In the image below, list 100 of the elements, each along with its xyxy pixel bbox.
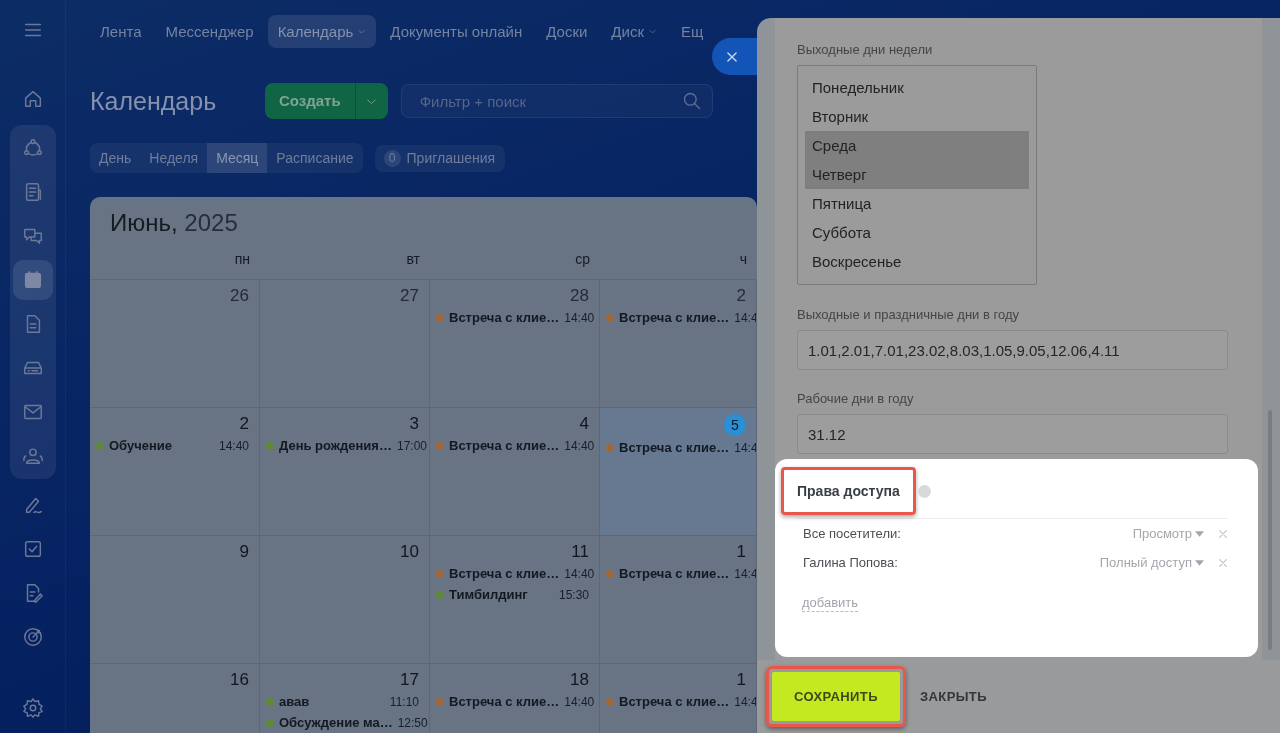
day-cell[interactable]: 26: [90, 280, 260, 408]
event-time: 12:50: [397, 715, 428, 730]
day-cell[interactable]: 18 Встреча с клие… 14:40: [430, 664, 600, 733]
list-option[interactable]: Вторник: [805, 102, 1029, 131]
event-time: 14:40: [564, 566, 595, 581]
event-title[interactable]: Обучение: [109, 438, 214, 453]
event-title[interactable]: Встреча с клие…: [449, 694, 560, 709]
view-tab[interactable]: Расписание: [267, 143, 363, 173]
day-cell[interactable]: 16: [90, 664, 260, 733]
day-number: 1: [736, 542, 746, 562]
event-title[interactable]: авав: [279, 694, 385, 709]
caret-icon: [1195, 559, 1204, 566]
close-icon: [725, 49, 739, 64]
day-number: 5: [724, 414, 746, 436]
list-option[interactable]: Понедельник: [805, 73, 1029, 102]
people-icon: [21, 445, 44, 467]
view-tab[interactable]: Неделя: [140, 143, 208, 173]
count-badge: 0: [383, 149, 401, 167]
event-title[interactable]: Встреча с клие…: [619, 440, 730, 455]
day-number: 1: [736, 670, 746, 690]
workdays-field[interactable]: 31.12: [797, 414, 1228, 454]
save-button[interactable]: СОХРАНИТЬ: [772, 672, 900, 721]
list-option[interactable]: Среда: [805, 131, 1029, 160]
invitations-label: Приглашения: [406, 150, 496, 166]
day-number: 28: [570, 286, 589, 306]
event-title[interactable]: Встреча с клие…: [449, 566, 560, 581]
day-number: 26: [230, 286, 249, 306]
day-number: 4: [579, 414, 589, 434]
field-label: Выходные дни недели: [797, 42, 934, 57]
permission-dropdown[interactable]: Просмотр: [1132, 526, 1204, 541]
network-icon: [21, 137, 44, 159]
nav-tab[interactable]: Диск: [601, 14, 667, 48]
nav-tab[interactable]: Мессенджер: [155, 14, 264, 48]
member-name: Галина Попова:: [803, 555, 899, 570]
event-time: 11:10: [389, 694, 419, 709]
close-icon: [1218, 528, 1228, 539]
permission-dropdown[interactable]: Полный доступ: [1099, 555, 1204, 570]
list-option[interactable]: Суббота: [805, 218, 1029, 247]
event-time: 14:40: [218, 438, 249, 453]
weekday-listbox[interactable]: Понедельник Вторник Среда Четверг Пятница Суббота Воскресенье: [797, 65, 1037, 285]
event-title[interactable]: Встреча с клие…: [449, 438, 560, 453]
event-time: 17:00: [396, 438, 427, 453]
target-icon: [21, 626, 44, 648]
holidays-field[interactable]: 1.01,2.01,7.01,23.02,8.03,1.05,9.05,12.06,4.11: [797, 330, 1228, 370]
create-button[interactable]: Создать: [265, 83, 388, 119]
nav-tab[interactable]: Доски: [536, 14, 598, 48]
nav-tab[interactable]: Лента: [90, 14, 152, 48]
event-time: 15:30: [558, 587, 589, 602]
day-number: 10: [400, 542, 419, 562]
day-number: 18: [570, 670, 589, 690]
member-name: Все посетители:: [803, 526, 902, 541]
weekday-label: вт: [406, 251, 420, 267]
day-cell[interactable]: 11 Встреча с клие… 14:40 Тимбилдинг 15:30: [430, 536, 600, 664]
add-link[interactable]: добавить: [802, 595, 859, 612]
list-option[interactable]: Воскресенье: [805, 247, 1029, 276]
search-input[interactable]: Фильтр + поиск: [417, 91, 682, 111]
weekday-label: пн: [234, 251, 250, 267]
remove-button[interactable]: [1218, 528, 1228, 539]
cancel-button[interactable]: ЗАКРЫТЬ: [906, 672, 1001, 721]
event-title[interactable]: Обсуждение ма…: [279, 715, 393, 730]
list-option[interactable]: Пятница: [805, 189, 1029, 218]
day-number: 16: [230, 670, 249, 690]
day-number: 27: [400, 286, 419, 306]
event-time: 14:40: [564, 310, 595, 325]
search-icon: [681, 91, 702, 111]
sidebar-item[interactable]: [12, 260, 53, 300]
view-tab[interactable]: Месяц: [207, 143, 268, 173]
day-number: 3: [409, 414, 419, 434]
day-number: 2: [736, 286, 746, 306]
section-title: Права доступа: [796, 482, 901, 501]
field-label: Рабочие дни в году: [797, 391, 915, 406]
event-title[interactable]: Встреча с клие…: [619, 566, 730, 581]
day-cell[interactable]: 2 Обучение 14:40: [90, 408, 260, 536]
day-cell[interactable]: 3 День рождения… 17:00: [260, 408, 430, 536]
nav-tab[interactable]: Документы онлайн: [380, 14, 533, 48]
day-number: 17: [400, 670, 419, 690]
day-number: 9: [239, 542, 249, 562]
search-field[interactable]: Фильтр + поиск: [400, 84, 713, 118]
day-cell[interactable]: 10: [260, 536, 430, 664]
day-cell[interactable]: 27: [260, 280, 430, 408]
field-label: Выходные и праздничные дни в году: [797, 307, 1020, 322]
day-cell[interactable]: 28 Встреча с клие… 14:40: [430, 280, 600, 408]
event-title[interactable]: Встреча с клие…: [449, 310, 560, 325]
month-title: Июнь, 2025: [110, 209, 238, 236]
close-icon: [1218, 557, 1228, 568]
event-title[interactable]: День рождения…: [279, 438, 392, 453]
event-title[interactable]: Тимбилдинг: [449, 587, 554, 602]
event-time: 14:40: [564, 694, 595, 709]
panel-close-button[interactable]: [712, 38, 758, 75]
day-cell[interactable]: 17 авав 11:10 Обсуждение ма… 12:50: [260, 664, 430, 733]
view-tab[interactable]: День: [90, 143, 141, 173]
remove-button[interactable]: [1218, 557, 1228, 568]
day-cell[interactable]: 9: [90, 536, 260, 664]
event-title[interactable]: Встреча с клие…: [619, 310, 730, 325]
event-title[interactable]: Встреча с клие…: [619, 694, 730, 709]
weekday-label: ср: [575, 251, 590, 267]
nav-tab[interactable]: Календарь: [267, 14, 377, 48]
nav-tab[interactable]: Ещ: [670, 14, 714, 48]
invitations-button[interactable]: 0 Приглашения: [374, 144, 506, 172]
list-option[interactable]: Четверг: [805, 160, 1029, 189]
